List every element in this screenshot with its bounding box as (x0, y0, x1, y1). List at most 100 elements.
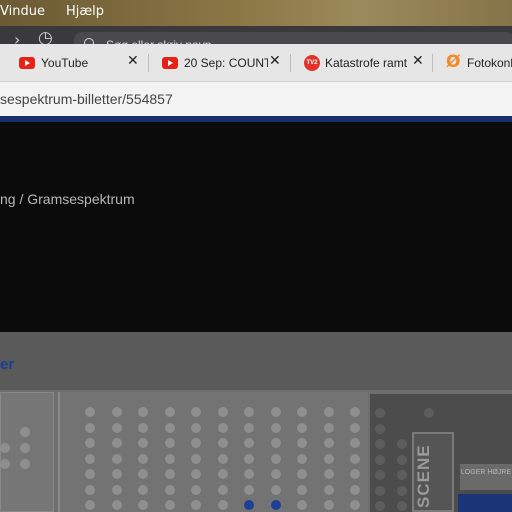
seat[interactable] (350, 438, 360, 448)
seat[interactable] (164, 484, 175, 495)
seat[interactable] (85, 453, 95, 464)
seat[interactable] (0, 459, 10, 469)
seat[interactable] (397, 470, 407, 480)
seat[interactable] (297, 500, 307, 510)
seat[interactable] (323, 500, 334, 510)
seat[interactable] (138, 438, 148, 448)
seat[interactable] (85, 500, 95, 510)
seat[interactable] (111, 438, 122, 448)
seat[interactable] (164, 438, 175, 448)
seat[interactable] (191, 469, 201, 479)
seat[interactable] (350, 484, 360, 495)
seat[interactable] (191, 453, 201, 464)
seat[interactable] (375, 501, 385, 511)
seat[interactable] (375, 485, 385, 496)
seat[interactable] (111, 469, 122, 479)
seat[interactable] (397, 439, 407, 449)
seat[interactable] (0, 443, 10, 453)
seat[interactable] (375, 470, 385, 480)
box-section-label[interactable]: LOGER HØJRE (460, 464, 512, 490)
seat[interactable] (85, 438, 95, 448)
seat[interactable] (85, 422, 95, 433)
address-bar[interactable]: sespektrum-billetter/554857 (0, 82, 512, 116)
seat[interactable] (270, 438, 281, 448)
seat[interactable] (350, 422, 360, 433)
seat[interactable] (323, 484, 334, 495)
seat[interactable] (138, 407, 148, 417)
seat[interactable] (270, 407, 281, 417)
close-icon[interactable]: ✕ (412, 53, 424, 69)
seat[interactable] (297, 407, 307, 417)
seat[interactable] (244, 422, 254, 433)
seat[interactable] (323, 453, 334, 464)
tab-country[interactable]: 20 Sep: COUNTRY ✕ (149, 44, 289, 82)
tab-fotokonk[interactable]: Ø Fotokonk (433, 44, 512, 82)
seat[interactable] (217, 407, 228, 417)
seat[interactable] (244, 500, 254, 510)
seat[interactable] (164, 422, 175, 433)
seat[interactable] (191, 438, 201, 448)
seat[interactable] (297, 438, 307, 448)
seat[interactable] (297, 422, 307, 433)
seat[interactable] (111, 484, 122, 495)
seat[interactable] (270, 484, 281, 495)
seat[interactable] (20, 443, 30, 453)
breadcrumb[interactable]: ng / Gramsespektrum (0, 191, 135, 207)
seat[interactable] (85, 484, 95, 495)
seat[interactable] (191, 500, 201, 510)
seat[interactable] (270, 422, 281, 433)
seat[interactable] (350, 500, 360, 510)
seat[interactable] (111, 407, 122, 417)
seat[interactable] (164, 469, 175, 479)
seat[interactable] (138, 469, 148, 479)
seat[interactable] (217, 453, 228, 464)
seat[interactable] (375, 439, 385, 449)
seat[interactable] (138, 422, 148, 433)
seat[interactable] (270, 453, 281, 464)
seat[interactable] (111, 453, 122, 464)
seat[interactable] (297, 469, 307, 479)
seat[interactable] (138, 453, 148, 464)
seat[interactable] (244, 484, 254, 495)
close-icon[interactable]: ✕ (127, 53, 139, 69)
seat[interactable] (375, 454, 385, 465)
box-section-area[interactable] (458, 494, 512, 512)
seat[interactable] (191, 484, 201, 495)
seat[interactable] (217, 484, 228, 495)
tab-youtube[interactable]: YouTube ✕ (0, 44, 148, 82)
seat[interactable] (191, 422, 201, 433)
seat[interactable] (244, 469, 254, 479)
seat[interactable] (138, 484, 148, 495)
seat[interactable] (397, 485, 407, 496)
seat[interactable] (164, 500, 175, 510)
tab-katastrofe[interactable]: TV2 Katastrofe ramte ✕ (291, 44, 431, 82)
seat[interactable] (217, 469, 228, 479)
menu-vindue[interactable]: Vindue (0, 4, 45, 19)
url-text[interactable]: sespektrum-billetter/554857 (0, 91, 173, 107)
menu-hjaelp[interactable]: Hjælp (66, 4, 104, 19)
seat[interactable] (323, 469, 334, 479)
seat[interactable] (350, 407, 360, 417)
seat[interactable] (270, 500, 281, 510)
seat[interactable] (111, 422, 122, 433)
seat[interactable] (20, 459, 30, 469)
seat[interactable] (20, 427, 30, 437)
seat[interactable] (217, 500, 228, 510)
seat[interactable] (323, 438, 334, 448)
seat[interactable] (397, 454, 407, 465)
seat[interactable] (138, 500, 148, 510)
seat[interactable] (244, 438, 254, 448)
seat[interactable] (350, 469, 360, 479)
seat[interactable] (85, 407, 95, 417)
seat[interactable] (297, 484, 307, 495)
seat[interactable] (217, 438, 228, 448)
seat[interactable] (270, 469, 281, 479)
seat[interactable] (164, 453, 175, 464)
seat[interactable] (323, 422, 334, 433)
seat[interactable] (375, 408, 385, 418)
seat[interactable] (191, 407, 201, 417)
seat[interactable] (244, 407, 254, 417)
seat[interactable] (350, 453, 360, 464)
seat[interactable] (297, 453, 307, 464)
seat[interactable] (424, 408, 434, 418)
